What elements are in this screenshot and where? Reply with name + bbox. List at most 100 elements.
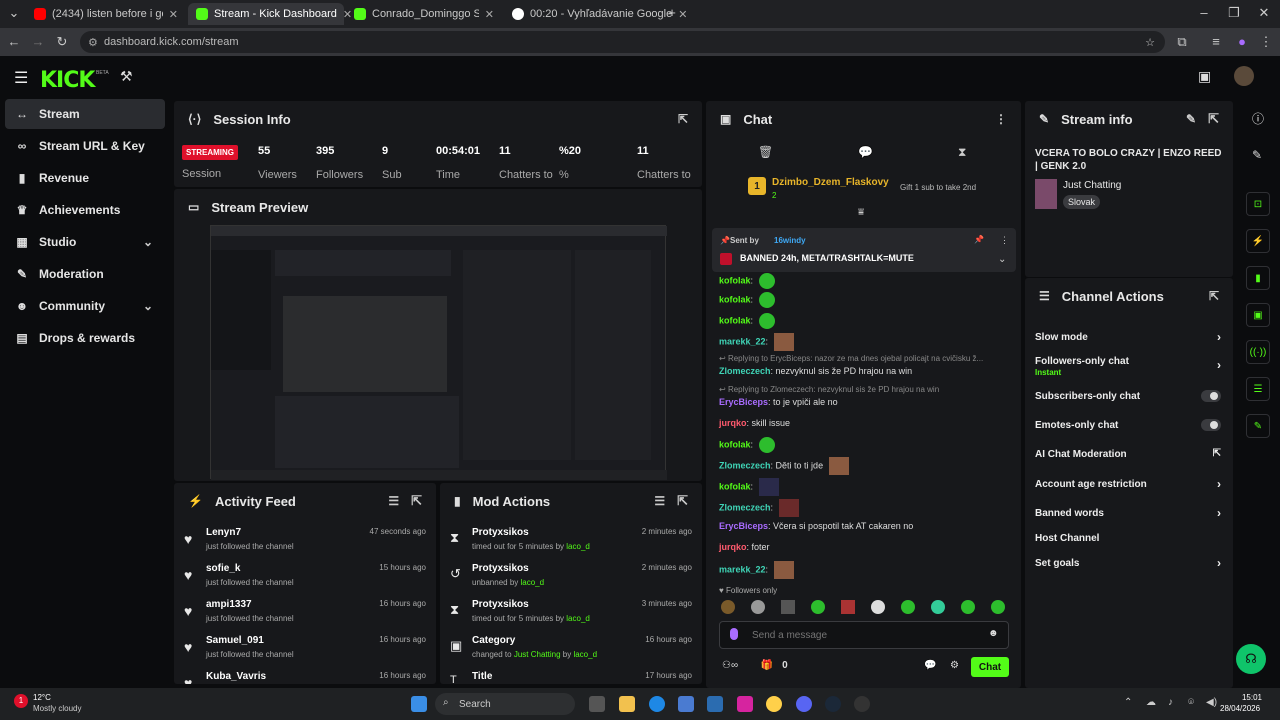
- list-item[interactable]: ▣ Category changed to Just Chatting by lac…: [450, 635, 692, 669]
- gift-sub-note[interactable]: Gift 1 sub to take 2nd: [900, 183, 976, 192]
- chat-message[interactable]: jurqko: foter: [719, 542, 770, 552]
- chat-menu-icon[interactable]: ⋮: [995, 112, 1007, 126]
- sidebar-item-moderation[interactable]: ✎ Moderation: [5, 259, 165, 289]
- list-item[interactable]: T Title 17 hours ago: [450, 671, 692, 684]
- chat-message-input[interactable]: [752, 626, 982, 644]
- discord-icon[interactable]: [796, 696, 812, 712]
- clock-date[interactable]: 28/04/2026: [1220, 704, 1260, 713]
- browser-tab-stream[interactable]: Conrado_Dominggo Stream - V ✕: [346, 3, 502, 25]
- sidebar-item-studio[interactable]: ▦ Studio ⌄: [5, 227, 165, 257]
- chat-message[interactable]: kofolak:: [719, 273, 775, 289]
- edge-icon[interactable]: [649, 696, 665, 712]
- forward-icon[interactable]: →: [30, 34, 46, 49]
- send-chat-button[interactable]: Chat: [971, 657, 1009, 677]
- slow-mode-row[interactable]: Slow mode ›: [1035, 330, 1225, 344]
- rail-chat-icon[interactable]: ▣: [1246, 303, 1270, 327]
- set-goals-row[interactable]: Set goals ›: [1035, 556, 1225, 570]
- list-item[interactable]: ♥ ampi1337 just followed the channel 16 hou…: [184, 599, 426, 633]
- microphone-icon[interactable]: [730, 628, 738, 640]
- maximize-icon[interactable]: ❐: [1226, 5, 1242, 21]
- banned-words-row[interactable]: Banned words ›: [1035, 506, 1225, 520]
- close-tab-icon[interactable]: ✕: [485, 8, 494, 21]
- language-tag[interactable]: Slovak: [1063, 195, 1101, 209]
- extensions-icon[interactable]: ⧉: [1174, 34, 1190, 50]
- steam-icon[interactable]: [825, 696, 841, 712]
- list-item[interactable]: ⧗ Protyxsikos timed out for 5 minutes by l…: [450, 527, 692, 561]
- app-icon[interactable]: [678, 696, 694, 712]
- emote-icon[interactable]: [871, 600, 885, 614]
- emote-icon[interactable]: [721, 600, 735, 614]
- task-view-icon[interactable]: [589, 696, 605, 712]
- category-thumbnail[interactable]: [1035, 179, 1057, 209]
- network-icon[interactable]: ⌾: [1188, 697, 1194, 708]
- top-gifter-name[interactable]: Dzimbo_Dzem_Flaskovy: [772, 177, 889, 188]
- host-channel-row[interactable]: Host Channel: [1035, 533, 1225, 544]
- filter-icon[interactable]: ☰: [388, 494, 399, 508]
- list-item[interactable]: ↺ Protyxsikos unbanned by laco_d 2 minutes …: [450, 563, 692, 597]
- volume-icon[interactable]: ◀): [1206, 697, 1217, 708]
- chat-message[interactable]: jurqko: skill issue: [719, 418, 790, 428]
- sidebar-item-achievements[interactable]: ♛ Achievements: [5, 195, 165, 225]
- collapse-icon[interactable]: ⩸: [858, 207, 864, 218]
- hourglass-icon[interactable]: ⧗: [958, 145, 966, 160]
- chat-message[interactable]: marekk_22:: [719, 561, 794, 579]
- chat-message[interactable]: ErycBiceps: to je vpiči ale no: [719, 397, 838, 407]
- file-explorer-icon[interactable]: [619, 696, 635, 712]
- emote-icon[interactable]: [751, 600, 765, 614]
- sidebar-item-revenue[interactable]: ▮ Revenue: [5, 163, 165, 193]
- chrome-icon[interactable]: [766, 696, 782, 712]
- back-icon[interactable]: ←: [6, 34, 22, 49]
- rail-wrench-icon[interactable]: ✎: [1246, 414, 1270, 438]
- popout-icon[interactable]: ⇱: [1208, 111, 1219, 127]
- reading-list-icon[interactable]: ≡: [1208, 34, 1224, 49]
- popout-icon[interactable]: ⇱: [1209, 289, 1219, 303]
- close-window-icon[interactable]: ✕: [1256, 5, 1272, 21]
- filter-icon[interactable]: ☰: [654, 494, 665, 508]
- list-item[interactable]: ⧗ Protyxsikos timed out for 5 minutes by l…: [450, 599, 692, 633]
- stream-preview-video[interactable]: [210, 225, 667, 480]
- bookmark-star-icon[interactable]: ☆: [1145, 36, 1155, 49]
- rail-list-icon[interactable]: ☰: [1246, 377, 1270, 401]
- user-avatar[interactable]: [1234, 66, 1254, 86]
- pinned-sender[interactable]: 16windy: [774, 236, 806, 245]
- chat-bubble-icon[interactable]: 💬: [924, 660, 936, 671]
- emote-picker-icon[interactable]: ☻: [988, 628, 999, 639]
- kick-logo[interactable]: KICK: [40, 68, 95, 93]
- edit-pencil-icon[interactable]: ✎: [1252, 148, 1262, 162]
- chat-message[interactable]: kofolak:: [719, 478, 779, 496]
- chat-message[interactable]: Zlomeczech:: [719, 499, 799, 517]
- chat-message[interactable]: ErycBiceps: Včera si pospotil tak AT cak…: [719, 521, 913, 531]
- list-item[interactable]: ♥ Lenyn7 just followed the channel 47 secon…: [184, 527, 426, 561]
- list-item[interactable]: ♥ sofie_k just followed the channel 15 hour…: [184, 563, 426, 597]
- emotes-only-toggle[interactable]: [1201, 419, 1221, 431]
- trash-icon[interactable]: 🗑: [758, 145, 773, 159]
- emote-icon[interactable]: [961, 600, 975, 614]
- rail-scan-icon[interactable]: ⊡: [1246, 192, 1270, 216]
- store-icon[interactable]: [707, 696, 723, 712]
- ai-moderation-row[interactable]: AI Chat Moderation ⇱: [1035, 448, 1225, 460]
- new-tab-icon[interactable]: +: [664, 5, 680, 20]
- rail-lightning-icon[interactable]: ⚡: [1246, 229, 1270, 253]
- sidebar-item-drops-rewards[interactable]: ▤ Drops & rewards: [5, 323, 165, 353]
- chat-message[interactable]: Zlomeczech: nezvyknul sis že PD hrajou n…: [719, 366, 912, 376]
- support-headset-icon[interactable]: ☊: [1236, 644, 1266, 674]
- tab-search-icon[interactable]: ⌄: [6, 5, 22, 21]
- obs-icon[interactable]: [854, 696, 870, 712]
- browser-menu-icon[interactable]: ⋮: [1258, 34, 1274, 50]
- user-infinity-icon[interactable]: ⚇∞: [722, 660, 738, 671]
- browser-tab-kick-dashboard[interactable]: Stream - Kick Dashboard ✕: [188, 3, 352, 25]
- sidebar-item-community[interactable]: ☻ Community ⌄: [5, 291, 165, 321]
- profile-avatar-icon[interactable]: ●: [1234, 34, 1250, 49]
- settings-gear-icon[interactable]: ⚙: [950, 660, 959, 671]
- emote-icon[interactable]: [841, 600, 855, 614]
- info-icon[interactable]: ⓘ: [1252, 110, 1264, 127]
- unpin-icon[interactable]: 📌: [974, 235, 984, 244]
- chat-message[interactable]: kofolak:: [719, 313, 775, 329]
- weather-text[interactable]: Mostly cloudy: [33, 704, 81, 713]
- close-tab-icon[interactable]: ✕: [169, 8, 178, 21]
- instagram-icon[interactable]: [737, 696, 753, 712]
- popout-icon[interactable]: ⇱: [678, 112, 688, 126]
- browser-tab-youtube[interactable]: (2434) listen before i go - YouTu ✕: [26, 3, 186, 25]
- subscribers-only-row[interactable]: Subscribers-only chat: [1035, 390, 1225, 402]
- pinned-menu-icon[interactable]: ⋮: [1000, 235, 1009, 246]
